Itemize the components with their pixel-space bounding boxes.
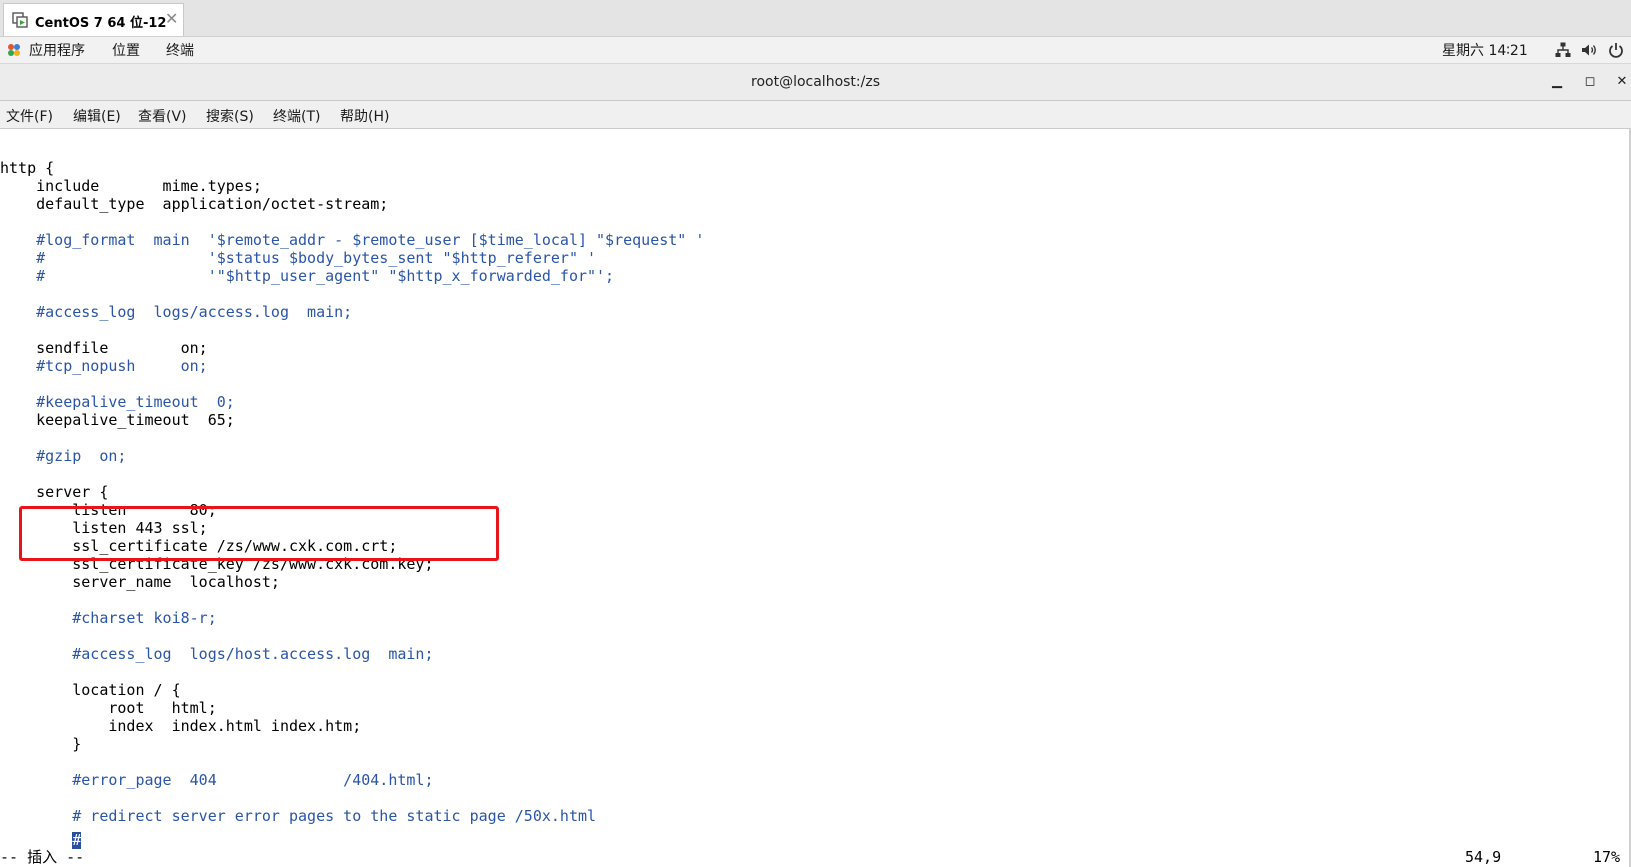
terminal-text-area[interactable]: http { include mime.types; default_type … (0, 129, 1631, 867)
applications-menu[interactable]: 应用程序 (29, 40, 85, 60)
terminal-menu-bar: 文件(F) 编辑(E) 查看(V) 搜索(S) 终端(T) 帮助(H) (0, 101, 1631, 129)
vm-icon (12, 12, 28, 28)
code-line: index index.html index.htm; (0, 717, 362, 735)
code-line: #gzip on; (0, 447, 127, 465)
close-icon[interactable]: ✕ (165, 9, 178, 28)
terminal-app-menu[interactable]: 终端 (166, 40, 194, 60)
cursor-indent (0, 831, 72, 849)
code-line: # redirect server error pages to the sta… (0, 807, 597, 825)
code-line: sendfile on; (0, 339, 208, 357)
menu-search[interactable]: 搜索(S) (206, 106, 254, 126)
code-line: root html; (0, 699, 217, 717)
cursor-position: 54,9 (1465, 848, 1502, 866)
menu-terminal[interactable]: 终端(T) (273, 106, 320, 126)
vm-tab-label: CentOS 7 64 位-12 (35, 16, 167, 31)
code-line: location / { (0, 681, 181, 699)
code-line: default_type application/octet-stream; (0, 195, 389, 213)
text-cursor: # (72, 831, 82, 849)
code-line: #tcp_nopush on; (0, 357, 208, 375)
apps-icon (8, 44, 20, 56)
code-line: http { (0, 159, 55, 177)
menu-edit[interactable]: 编辑(E) (73, 106, 121, 126)
menu-view[interactable]: 查看(V) (138, 106, 187, 126)
code-line: #error_page 404 /404.html; (0, 771, 434, 789)
ssl-config-highlight-box (19, 506, 499, 561)
code-line: keepalive_timeout 65; (0, 411, 235, 429)
vm-tab[interactable]: CentOS 7 64 位-12 ✕ (3, 3, 184, 36)
menu-file[interactable]: 文件(F) (6, 106, 53, 126)
code-line: include mime.types; (0, 177, 262, 195)
power-icon[interactable] (1607, 41, 1625, 59)
clock[interactable]: 星期六 14∶21 (1442, 40, 1528, 60)
code-line: # '$status $body_bytes_sent "$http_refer… (0, 249, 597, 267)
places-menu[interactable]: 位置 (112, 40, 140, 60)
code-line: #access_log logs/host.access.log main; (0, 645, 434, 663)
scroll-percent: 17% (1593, 848, 1621, 866)
code-line: #access_log logs/access.log main; (0, 303, 353, 321)
volume-icon[interactable] (1580, 41, 1598, 59)
code-line: #keepalive_timeout 0; (0, 393, 235, 411)
code-line: # '"$http_user_agent" "$http_x_forwarded… (0, 267, 615, 285)
vm-tab-strip: CentOS 7 64 位-12 ✕ (0, 0, 1631, 37)
code-line: server { (0, 483, 109, 501)
minimize-button[interactable]: ▁ (1547, 72, 1567, 92)
code-line: #charset koi8-r; (0, 609, 217, 627)
network-icon[interactable] (1554, 41, 1572, 59)
code-line: server_name localhost; (0, 573, 280, 591)
code-line: #log_format main '$remote_addr - $remote… (0, 231, 705, 249)
vim-mode-indicator: -- 插入 -- (0, 848, 85, 866)
code-line: } (0, 735, 82, 753)
maximize-button[interactable]: ◻ (1580, 72, 1600, 92)
terminal-title-bar[interactable]: root@localhost:/zs ▁ ◻ ✕ (0, 64, 1631, 101)
close-button[interactable]: ✕ (1612, 72, 1631, 92)
window-title: root@localhost:/zs (751, 74, 880, 90)
gnome-top-panel: 应用程序 位置 终端 星期六 14∶21 (0, 37, 1631, 64)
menu-help[interactable]: 帮助(H) (340, 106, 389, 126)
cursor-line: # (0, 831, 81, 849)
